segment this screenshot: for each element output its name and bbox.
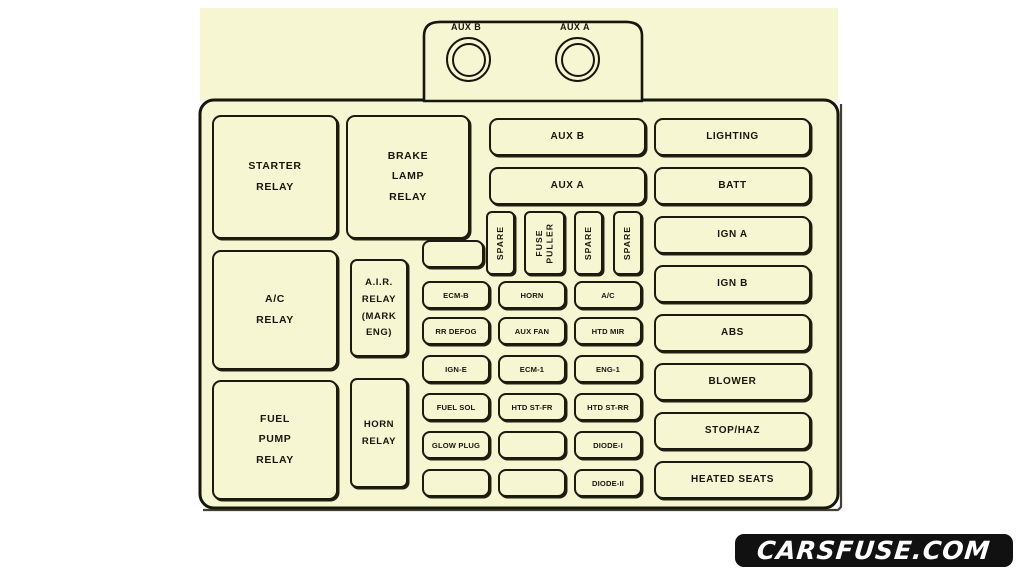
- fuse-slot-empty-mid-1[interactable]: [498, 431, 566, 459]
- fuse-ecm-b-label: ECM-B: [443, 290, 469, 300]
- fuse-glow-plug[interactable]: GLOW PLUG: [422, 431, 490, 459]
- slot-fuse-puller-label: FUSE PULLER: [533, 222, 555, 264]
- fuse-ign-e-label: IGN-E: [445, 364, 467, 374]
- fuse-lighting[interactable]: LIGHTING: [654, 118, 811, 156]
- fuse-horn[interactable]: HORN: [498, 281, 566, 309]
- fuse-ac[interactable]: A/C: [574, 281, 642, 309]
- relay-air-line-3: (MARK: [361, 310, 397, 322]
- fuse-fuel-sol-label: FUEL SOL: [436, 402, 476, 412]
- fuse-htd-mir[interactable]: HTD MIR: [574, 317, 642, 345]
- relay-fuel-pump-line-2: PUMP: [258, 433, 292, 446]
- slot-spare-2-label: SPARE: [583, 225, 594, 261]
- fuse-aux-a[interactable]: AUX A: [489, 167, 646, 205]
- relay-ac[interactable]: A/C RELAY: [212, 250, 338, 370]
- fuse-slot-empty-mid-2[interactable]: [498, 469, 566, 497]
- fuse-rr-defog-label: RR DEFOG: [435, 326, 477, 336]
- relay-starter-line-1: STARTER: [248, 160, 302, 173]
- relay-air-mark-eng[interactable]: A.I.R. RELAY (MARK ENG): [350, 259, 408, 357]
- fuse-lighting-label: LIGHTING: [706, 130, 759, 142]
- fuse-ign-a-label: IGN A: [717, 228, 748, 240]
- fuse-batt-label: BATT: [718, 179, 747, 191]
- relay-starter[interactable]: STARTER RELAY: [212, 115, 338, 239]
- relay-fuel-pump[interactable]: FUEL PUMP RELAY: [212, 380, 338, 500]
- fuse-htd-st-rr[interactable]: HTD ST-RR: [574, 393, 642, 421]
- fuse-slot-empty-left[interactable]: [422, 469, 490, 497]
- slot-spare-3[interactable]: SPARE: [613, 211, 642, 275]
- fuse-abs[interactable]: ABS: [654, 314, 811, 352]
- aux-a-terminal-ring[interactable]: [555, 37, 600, 82]
- fuse-batt[interactable]: BATT: [654, 167, 811, 205]
- fuse-htd-mir-label: HTD MIR: [591, 326, 625, 336]
- fuse-ign-a[interactable]: IGN A: [654, 216, 811, 254]
- slot-spare-3-label: SPARE: [622, 225, 633, 261]
- carsfuse-watermark-text: CARSFUSE.COM: [755, 536, 993, 565]
- fuse-ecm-1[interactable]: ECM-1: [498, 355, 566, 383]
- fuse-aux-b[interactable]: AUX B: [489, 118, 646, 156]
- fuse-glow-plug-label: GLOW PLUG: [431, 440, 481, 450]
- fuse-blower-label: BLOWER: [708, 375, 757, 387]
- relay-brake-lamp-line-2: LAMP: [391, 170, 425, 183]
- relay-horn-line-1: HORN: [363, 418, 395, 430]
- fuse-ac-label: A/C: [601, 290, 615, 300]
- relay-brake-lamp-line-1: BRAKE: [387, 150, 429, 163]
- slot-unlabeled-top[interactable]: [422, 240, 484, 268]
- relay-fuel-pump-line-1: FUEL: [260, 413, 290, 426]
- fuse-box-diagram: AUX B AUX A STARTER RELAY BRAKE LAMP REL…: [0, 0, 1024, 576]
- slot-fuse-puller[interactable]: FUSE PULLER: [524, 211, 565, 275]
- fuse-ecm-1-label: ECM-1: [519, 364, 545, 374]
- slot-spare-1-label: SPARE: [495, 225, 506, 261]
- relay-ac-line-1: A/C: [265, 293, 285, 306]
- relay-brake-lamp-line-3: RELAY: [389, 190, 427, 203]
- fuse-htd-st-fr-label: HTD ST-FR: [511, 402, 553, 412]
- relay-fuel-pump-line-3: RELAY: [256, 453, 294, 466]
- slot-spare-2[interactable]: SPARE: [574, 211, 603, 275]
- aux-b-terminal-ring[interactable]: [446, 37, 491, 82]
- fuse-stop-haz-label: STOP/HAZ: [704, 424, 761, 436]
- relay-horn[interactable]: HORN RELAY: [350, 378, 408, 488]
- fuse-diode-i-label: DIODE-I: [593, 440, 623, 450]
- fuse-htd-st-rr-label: HTD ST-RR: [587, 402, 629, 412]
- fuse-htd-st-fr[interactable]: HTD ST-FR: [498, 393, 566, 421]
- fuse-heated-seats-label: HEATED SEATS: [691, 473, 774, 485]
- fuse-horn-label: HORN: [520, 290, 544, 300]
- aux-b-terminal-label: AUX B: [451, 22, 482, 32]
- fuse-abs-label: ABS: [721, 326, 744, 338]
- fuse-diode-ii-label: DIODE-II: [591, 478, 624, 488]
- relay-starter-line-2: RELAY: [256, 180, 294, 193]
- fuse-blower[interactable]: BLOWER: [654, 363, 811, 401]
- fuse-aux-fan-label: AUX FAN: [514, 326, 550, 336]
- fuse-diode-i[interactable]: DIODE-I: [574, 431, 642, 459]
- fuse-eng-1-label: ENG-1: [596, 364, 620, 374]
- fuse-rr-defog[interactable]: RR DEFOG: [422, 317, 490, 345]
- relay-brake-lamp[interactable]: BRAKE LAMP RELAY: [346, 115, 470, 239]
- fuse-ign-b-label: IGN B: [717, 277, 748, 289]
- carsfuse-watermark: CARSFUSE.COM: [735, 534, 1013, 567]
- fuse-ign-b[interactable]: IGN B: [654, 265, 811, 303]
- fuse-heated-seats[interactable]: HEATED SEATS: [654, 461, 811, 499]
- fuse-ign-e[interactable]: IGN-E: [422, 355, 490, 383]
- fuse-aux-b-label: AUX B: [550, 130, 585, 142]
- fuse-eng-1[interactable]: ENG-1: [574, 355, 642, 383]
- relay-horn-line-2: RELAY: [361, 435, 397, 447]
- fuse-aux-a-label: AUX A: [550, 179, 585, 191]
- slot-spare-1[interactable]: SPARE: [486, 211, 515, 275]
- relay-air-line-4: ENG): [365, 327, 393, 339]
- fuse-ecm-b[interactable]: ECM-B: [422, 281, 490, 309]
- relay-air-line-1: A.I.R.: [365, 276, 393, 288]
- aux-a-terminal-label: AUX A: [560, 22, 590, 32]
- fuse-diode-ii[interactable]: DIODE-II: [574, 469, 642, 497]
- fuse-fuel-sol[interactable]: FUEL SOL: [422, 393, 490, 421]
- fuse-aux-fan[interactable]: AUX FAN: [498, 317, 566, 345]
- relay-ac-line-2: RELAY: [256, 313, 294, 326]
- fuse-stop-haz[interactable]: STOP/HAZ: [654, 412, 811, 450]
- relay-air-line-2: RELAY: [361, 293, 397, 305]
